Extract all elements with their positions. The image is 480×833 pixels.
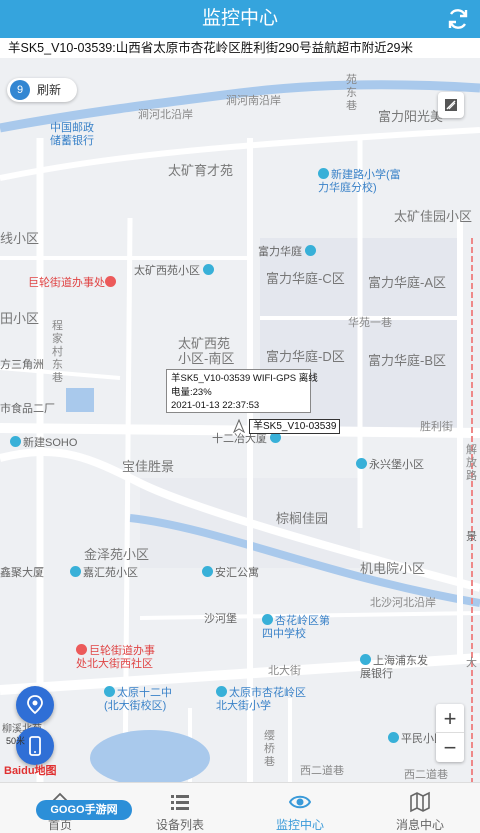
poi-icon (70, 566, 81, 577)
map-label: 太矿西苑小区 (134, 262, 216, 278)
refresh-label: 刷新 (37, 83, 62, 97)
map-label: 安汇公寓 (202, 564, 259, 580)
school-icon (216, 686, 227, 697)
map-label: 中国邮政储蓄银行 (50, 122, 94, 147)
map-view[interactable]: 涧河北沿岸 涧河南沿岸 苑东巷 富力阳光美 中国邮政储蓄银行 太矿育才苑 新建路… (0, 58, 480, 782)
device-marker-icon[interactable] (233, 419, 245, 433)
map-label: 解放路 (466, 444, 477, 482)
map-label: 巨轮街道办事处北大街西社区 (76, 644, 155, 670)
bank-icon (360, 654, 371, 665)
map-label: 线小区 (0, 231, 40, 246)
device-info-window[interactable]: 羊SK5_V10-03539 WIFI-GPS 离线 电量:23% 2021-0… (166, 369, 318, 413)
map-label: 田小区 (0, 311, 40, 326)
zoom-out-button[interactable]: − (436, 733, 464, 762)
school-icon (104, 686, 115, 697)
map-label: 北沙河北沿岸 (370, 597, 436, 609)
tab-message-center[interactable]: 消息中心 (360, 783, 480, 833)
poi-icon (388, 732, 399, 743)
government-icon (105, 276, 116, 287)
app-header: 监控中心 (0, 0, 480, 38)
device-count-badge: 9 (10, 80, 30, 100)
map-label: 新建路小学(富力华庭分校) (318, 168, 401, 194)
map-label: 机电院小区 (360, 561, 426, 576)
map-label: 市食品二厂 (0, 403, 55, 415)
poi-icon (356, 458, 367, 469)
map-label: 程家村东巷 (52, 320, 63, 384)
refresh-button[interactable]: 9 刷新 (7, 78, 77, 102)
battery-line: 电量:23% (171, 386, 212, 398)
map-label: 富力华庭-D区 (266, 349, 345, 364)
school-icon (262, 614, 273, 625)
map-label: 巨轮街道办事处 (28, 274, 118, 290)
locate-button[interactable] (16, 686, 54, 724)
map-label: 富力阳光美 (378, 109, 444, 124)
refresh-icon[interactable] (446, 7, 470, 31)
device-status-line: 羊SK5_V10-03539 WIFI-GPS 离线 (171, 373, 318, 384)
poi-icon (203, 264, 215, 275)
address-bar: 羊SK5_V10-03539:山西省太原市杏花岭区胜利街290号益航超市附近29… (0, 38, 480, 58)
tab-label: 消息中心 (395, 818, 444, 832)
map-label: 西二道巷 (404, 769, 448, 781)
map-label: 太原市杏花岭区北大街小学 (216, 686, 306, 712)
list-icon (171, 795, 189, 810)
eye-icon (289, 795, 311, 809)
tab-label: 设备列表 (155, 818, 204, 832)
map-label: 涧河南沿岸 (226, 95, 281, 107)
government-icon (76, 644, 87, 655)
map-label: 大 (466, 657, 477, 669)
map-label: 沙河堡 (204, 613, 237, 625)
map-label: 棕榈佳园 (276, 511, 329, 526)
zoom-control: + − (436, 704, 464, 762)
map-label: 富力华庭-A区 (368, 275, 447, 290)
map-label: 金泽苑小区 (84, 547, 150, 562)
map-label: 新建SOHO (10, 434, 77, 450)
map-label: 北大街 (268, 665, 301, 677)
map-label: 方三角洲 (0, 359, 44, 371)
map-label: 华苑一巷 (348, 317, 392, 329)
map-label: 苑东巷 (346, 74, 357, 112)
map-label: 太矿西苑小区-南区 (178, 336, 235, 366)
map-scale: 50米 (6, 736, 26, 746)
map-label: 景 (466, 531, 477, 543)
map-label: 胜利街 (420, 421, 453, 433)
map-label: 上海浦东发展银行 (360, 654, 428, 680)
baidu-logo: Baidu地图 (4, 765, 57, 777)
map-label: 永兴堡小区 (356, 456, 424, 472)
map-label: 宝佳胜景 (122, 459, 175, 474)
phone-icon (29, 736, 41, 756)
map-label: 富力华庭-C区 (266, 271, 345, 286)
location-pin-icon (27, 695, 43, 715)
map-label: 太矿佳园小区 (394, 209, 473, 224)
map-label: 太矿育才苑 (168, 163, 234, 178)
map-label: 西二道巷 (300, 765, 344, 777)
poi-icon (305, 245, 317, 256)
tab-label: 监控中心 (275, 818, 324, 832)
tab-monitor-center[interactable]: 监控中心 (240, 783, 360, 833)
page-title: 监控中心 (201, 8, 278, 29)
map-label: 嘉汇苑小区 (70, 564, 138, 580)
tab-device-list[interactable]: 设备列表 (120, 783, 240, 833)
map-label: 富力华庭-B区 (368, 353, 447, 368)
map-layer-button[interactable] (438, 92, 464, 118)
layers-icon (445, 99, 457, 111)
map-label: 涧河北沿岸 (138, 109, 193, 121)
map-label: 太原十二中(北大街校区) (104, 686, 172, 712)
poi-icon (10, 436, 21, 447)
map-label: 杏花岭区第四中学校 (262, 614, 330, 640)
map-label: 缨桥巷 (264, 730, 275, 768)
map-icon (410, 791, 430, 813)
watermark-logo: GOGO手游网 (36, 800, 132, 820)
map-label: 鑫聚大厦 (0, 567, 44, 579)
school-icon (318, 168, 329, 179)
poi-icon (202, 566, 213, 577)
map-label: 富力华庭 (258, 243, 318, 259)
zoom-in-button[interactable]: + (436, 704, 464, 733)
device-map-label[interactable]: 羊SK5_V10-03539 (249, 419, 341, 434)
timestamp-line: 2021-01-13 22:37:53 (171, 400, 260, 411)
